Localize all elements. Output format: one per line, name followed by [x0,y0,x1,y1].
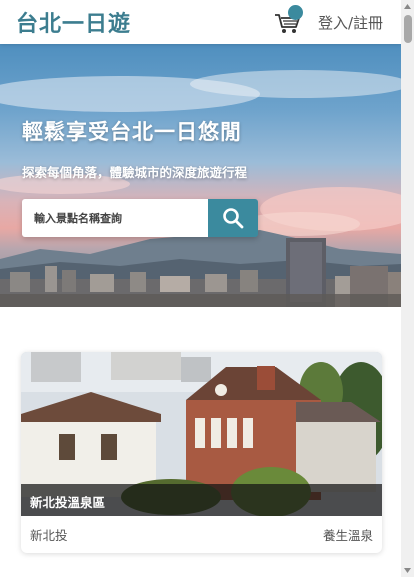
search-icon [223,208,244,229]
attraction-footer: 新北投 養生溫泉 [21,516,382,553]
hero-subtitle: 探索每個角落，體驗城市的深度旅遊行程 [22,165,248,180]
attraction-title-bar: 新北投溫泉區 [21,484,382,516]
page: 台北一日遊 登入/註冊 輕鬆享受台北一日悠閒 探索每個角落，體驗城市的深度旅遊行… [0,0,401,577]
attraction-image: 新北投溫泉區 [21,352,382,516]
search-button[interactable] [208,199,258,237]
site-logo[interactable]: 台北一日遊 [16,6,131,38]
attraction-mrt: 新北投 [30,528,68,543]
cart-button[interactable] [274,5,304,35]
scroll-down-arrow-icon[interactable] [401,564,414,577]
attraction-name: 新北投溫泉區 [30,495,106,510]
vertical-scrollbar[interactable] [401,0,414,577]
hero-title: 輕鬆享受台北一日悠閒 [22,120,242,144]
scroll-up-arrow-icon[interactable] [401,0,414,13]
search-input[interactable] [22,199,208,237]
scrollbar-thumb[interactable] [404,15,412,43]
attraction-card[interactable]: 新北投溫泉區 新北投 養生溫泉 [21,352,382,553]
search-bar [22,199,258,237]
login-register-link[interactable]: 登入/註冊 [318,12,383,33]
header-actions: 登入/註冊 [274,5,383,35]
cart-badge [287,5,303,20]
top-navbar: 台北一日遊 登入/註冊 [0,0,401,44]
attraction-category: 養生溫泉 [322,528,373,543]
hero-banner: 輕鬆享受台北一日悠閒 探索每個角落，體驗城市的深度旅遊行程 [0,44,401,307]
